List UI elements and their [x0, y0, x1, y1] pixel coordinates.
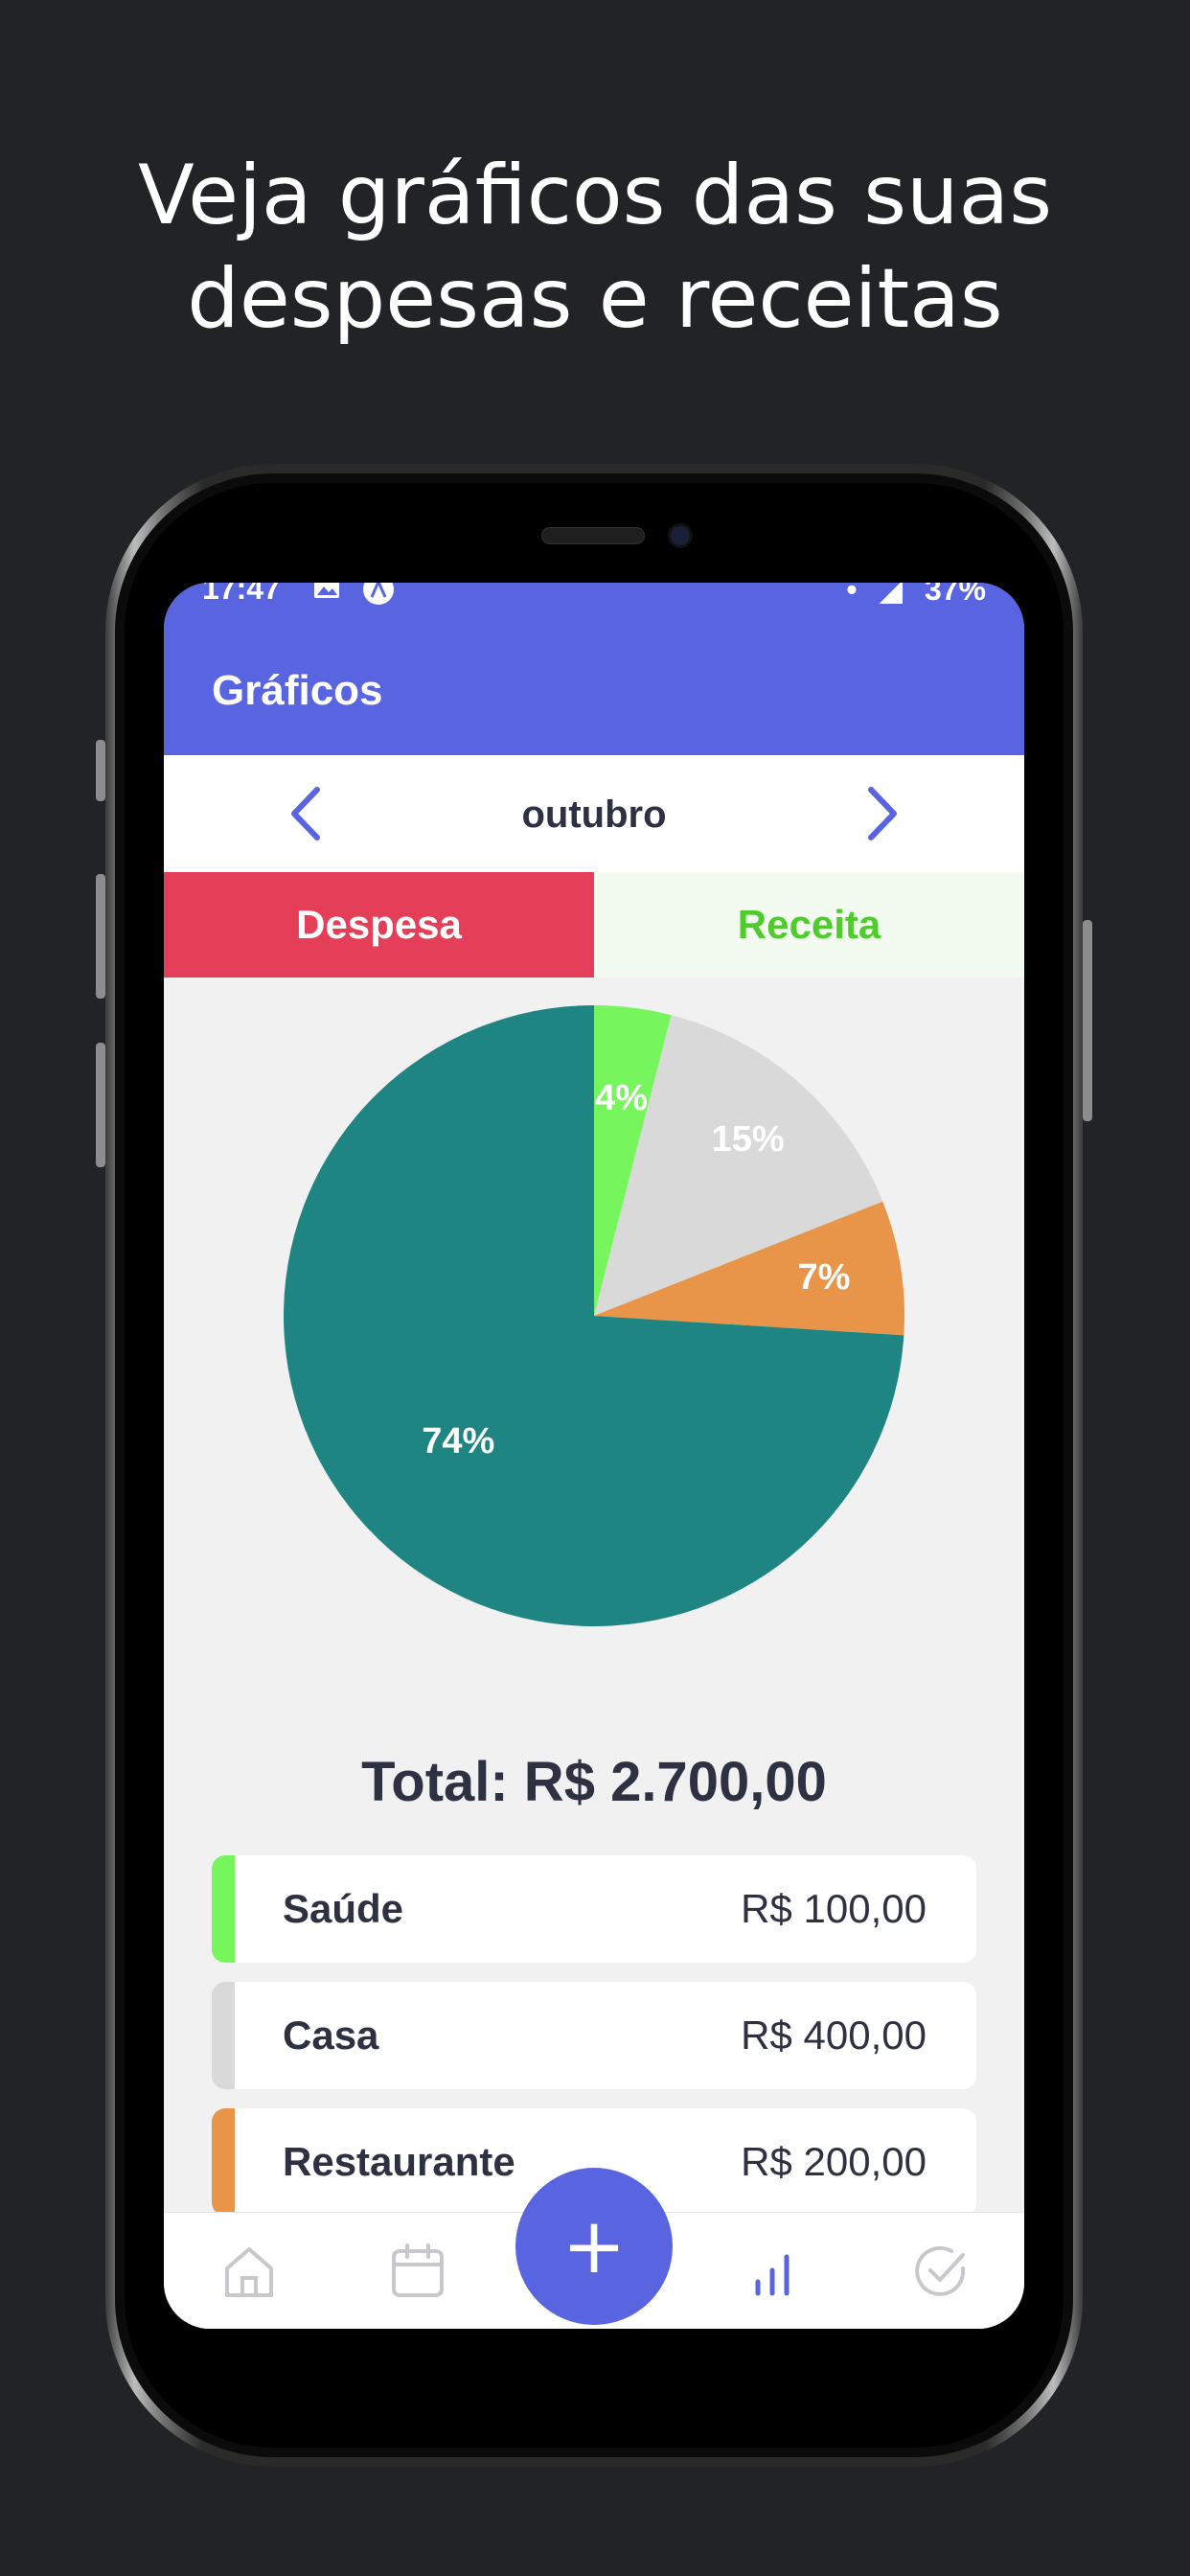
month-selector: outubro: [164, 755, 1024, 872]
pie-chart: 4% 15% 7% 74%: [164, 978, 1024, 1725]
mute-switch: [96, 740, 105, 801]
home-icon: [225, 2247, 273, 2297]
tab-despesa[interactable]: Despesa: [164, 872, 594, 978]
add-button[interactable]: +: [515, 2168, 673, 2325]
category-name: Restaurante: [283, 2139, 515, 2184]
app-icon: [363, 583, 394, 605]
headline: Veja gráficos das suas despesas e receit…: [0, 144, 1190, 351]
nav-calendar[interactable]: [386, 2240, 449, 2303]
category-value: R$ 400,00: [741, 2012, 927, 2058]
pie-slice-label: 15%: [712, 1119, 785, 1160]
app-header: 17:47 • ◢ 37% Gráficos: [164, 583, 1024, 755]
category-value: R$ 200,00: [741, 2139, 927, 2184]
total-amount: Total: R$ 2.700,00: [361, 1751, 827, 1813]
nav-charts[interactable]: [741, 2240, 804, 2303]
headline-line-2: despesas e receitas: [187, 251, 1003, 347]
category-color-bar: [212, 1855, 235, 1963]
tab-receita[interactable]: Receita: [594, 872, 1024, 978]
phone-screen: 17:47 • ◢ 37% Gráficos outubro Despesa R…: [164, 583, 1024, 2329]
next-month-button[interactable]: [852, 782, 909, 845]
category-name: Casa: [283, 2012, 379, 2058]
image-icon: [314, 583, 339, 598]
calendar-icon: [392, 2243, 444, 2297]
page-title: Gráficos: [212, 667, 383, 714]
category-row[interactable]: Saúde R$ 100,00: [212, 1855, 976, 1963]
signal-icon: ◢: [879, 583, 904, 606]
front-camera: [671, 526, 690, 545]
status-bar: 17:47 • ◢ 37%: [164, 583, 1024, 606]
nav-home[interactable]: [217, 2240, 281, 2303]
chart-icon: [755, 2254, 790, 2296]
type-tabs: Despesa Receita: [164, 872, 1024, 978]
headline-line-1: Veja gráficos das suas: [137, 148, 1053, 243]
chevron-right-icon: [868, 787, 897, 840]
pie-slice-label: 7%: [798, 1257, 851, 1298]
earpiece-speaker: [541, 527, 645, 544]
pie-slice-label: 4%: [595, 1078, 648, 1118]
category-row[interactable]: Casa R$ 400,00: [212, 1982, 976, 2089]
nav-goals[interactable]: [909, 2240, 973, 2303]
volume-down-button: [96, 1043, 105, 1167]
power-button: [1083, 920, 1092, 1121]
category-name: Saúde: [283, 1886, 404, 1931]
volume-up-button: [96, 874, 105, 999]
status-dot: •: [846, 583, 858, 606]
category-value: R$ 100,00: [741, 1886, 927, 1931]
pie-slice-label: 74%: [422, 1421, 494, 1461]
status-right: • ◢ 37%: [833, 583, 986, 606]
status-time: 17:47: [202, 583, 281, 606]
pie-chart-svg: 4% 15% 7% 74%: [284, 1005, 904, 1626]
check-circle-icon: [915, 2245, 966, 2296]
category-color-bar: [212, 1982, 235, 2089]
status-icons: [312, 583, 395, 606]
category-color-bar: [212, 2108, 235, 2216]
battery-level: 37%: [924, 583, 986, 606]
